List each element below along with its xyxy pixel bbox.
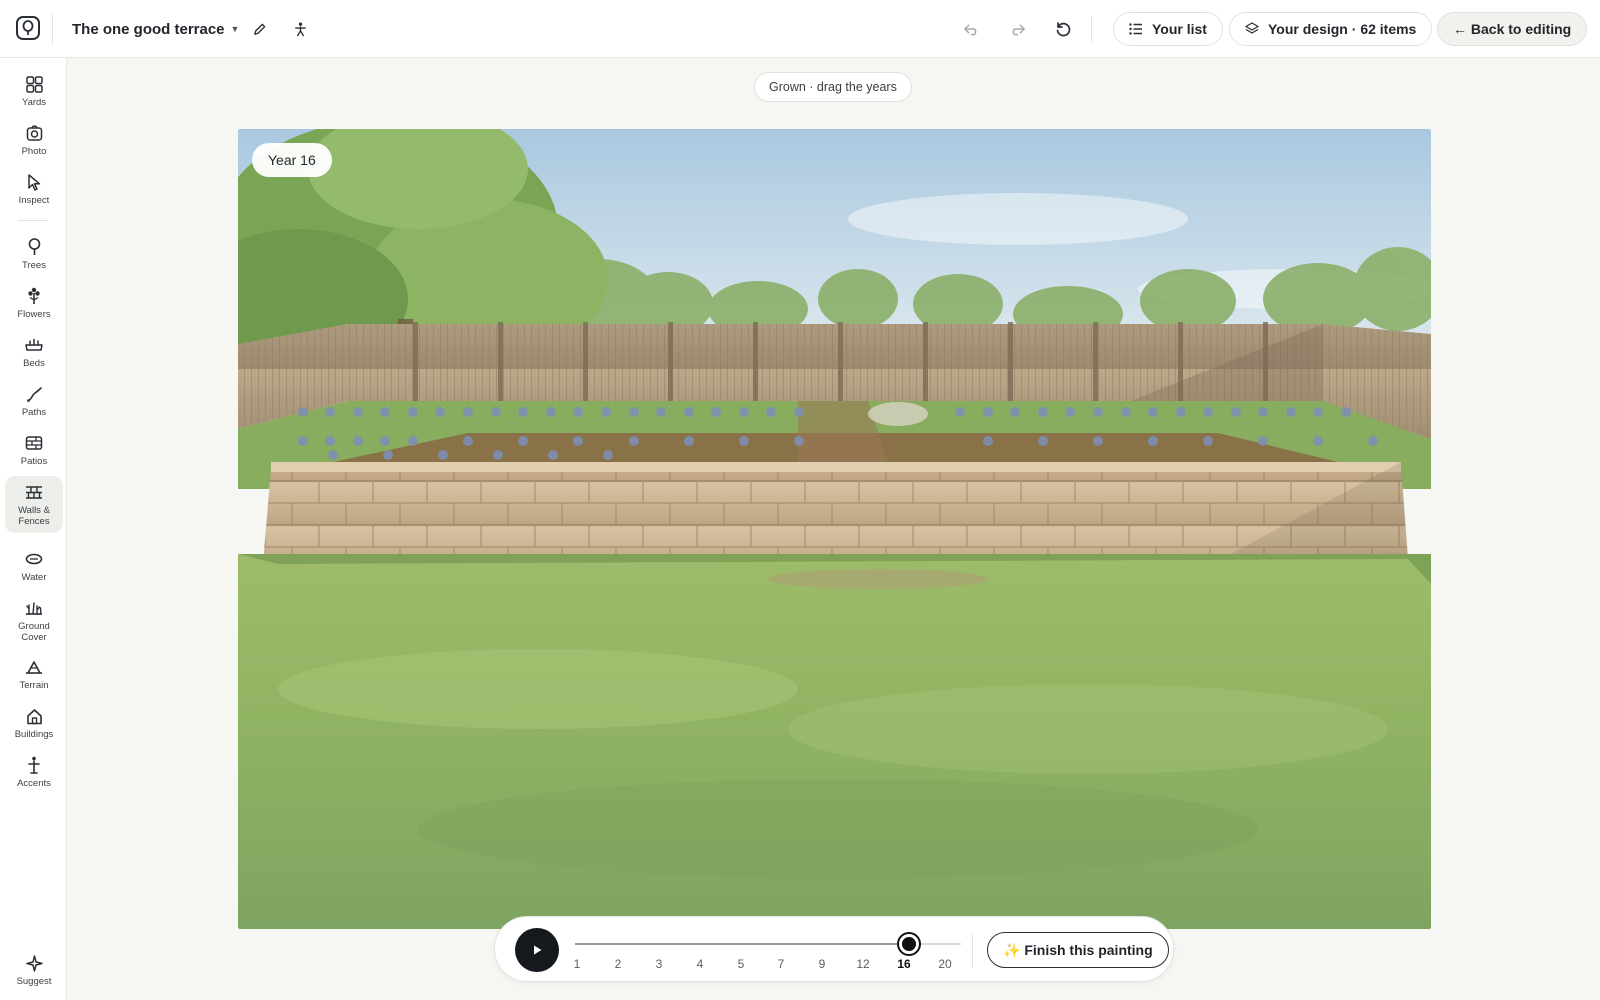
sidebar-item-beds[interactable]: Beds <box>5 329 63 375</box>
sidebar-item-accents[interactable]: Accents <box>5 749 63 795</box>
sidebar-item-water[interactable]: Water <box>5 543 63 589</box>
person-icon <box>294 22 306 37</box>
bed-icon <box>24 335 44 355</box>
sidebar-item-yards[interactable]: Yards <box>5 68 63 114</box>
sidebar-item-patios[interactable]: Patios <box>5 427 63 473</box>
play-button[interactable] <box>515 928 559 972</box>
back-to-editing-label: ← Back to editing <box>1453 21 1572 37</box>
sidebar-item-label: Patios <box>20 456 48 467</box>
divider <box>52 14 53 44</box>
your-design-label: Your design · 62 items <box>1268 21 1416 37</box>
tool-sidebar: Yards Photo Inspect Trees Flowers Beds P… <box>0 58 67 1000</box>
sidebar-item-label: Terrain <box>19 680 49 691</box>
sidebar-item-label: Flowers <box>17 309 51 320</box>
wall-icon <box>24 482 44 502</box>
year-tick-4[interactable]: 4 <box>685 957 715 971</box>
walkthrough-button[interactable] <box>285 14 315 44</box>
ground-cover-icon <box>24 598 44 618</box>
years-slider-fill <box>575 943 909 945</box>
water-icon <box>24 549 44 569</box>
app-logo-icon[interactable] <box>16 16 40 40</box>
year-tick-2[interactable]: 2 <box>603 957 633 971</box>
finish-painting-button[interactable]: ✨ Finish this painting <box>987 932 1169 968</box>
redo-button[interactable] <box>1002 14 1032 44</box>
pencil-icon <box>253 23 265 35</box>
play-icon <box>534 945 542 955</box>
your-list-button[interactable]: Your list <box>1113 12 1223 46</box>
your-design-button[interactable]: Your design · 62 items <box>1229 12 1433 46</box>
grid-icon <box>24 74 44 94</box>
layers-icon <box>1245 22 1259 34</box>
redo-icon <box>1012 24 1025 36</box>
rename-button[interactable] <box>244 14 274 44</box>
top-bar: The one good terrace ▼ Your list Your de… <box>0 0 1600 58</box>
year-badge: Year 16 <box>252 143 332 177</box>
year-tick-16[interactable]: 16 <box>889 957 919 971</box>
sidebar-item-label: Trees <box>22 260 46 271</box>
sidebar-item-suggest[interactable]: Suggest <box>5 947 63 993</box>
your-list-label: Your list <box>1152 21 1207 37</box>
divider <box>1091 16 1092 42</box>
flower-icon <box>24 286 44 306</box>
year-tick-7[interactable]: 7 <box>766 957 796 971</box>
project-title: The one good terrace <box>72 20 225 38</box>
sidebar-item-label: Water <box>21 572 47 583</box>
sidebar-item-label: Ground Cover <box>18 621 50 643</box>
design-label-text: Your design · <box>1268 21 1357 37</box>
terrain-icon <box>24 657 44 677</box>
list-icon <box>1129 23 1142 35</box>
sidebar-item-label: Paths <box>21 407 47 418</box>
finish-painting-label: ✨ Finish this painting <box>1003 941 1153 958</box>
refresh-icon <box>1056 22 1071 37</box>
divider <box>18 220 48 221</box>
divider <box>972 933 973 967</box>
design-item-count: 62 items <box>1360 21 1417 37</box>
sidebar-item-inspect[interactable]: Inspect <box>5 166 63 212</box>
sidebar-item-label: Beds <box>23 358 45 369</box>
reset-button[interactable] <box>1048 14 1078 44</box>
accent-icon <box>24 755 44 775</box>
sidebar-item-label: Yards <box>21 97 47 108</box>
year-tick-20[interactable]: 20 <box>930 957 960 971</box>
chevron-down-icon: ▼ <box>230 24 240 34</box>
sidebar-item-label: Walls & Fences <box>18 505 50 527</box>
sidebar-item-buildings[interactable]: Buildings <box>5 700 63 746</box>
patio-icon <box>24 433 44 453</box>
sidebar-item-label: Inspect <box>18 195 50 206</box>
year-tick-9[interactable]: 9 <box>807 957 837 971</box>
tree-icon <box>24 237 44 257</box>
drag-years-hint: Grown · drag the years <box>754 72 912 102</box>
sidebar-item-label: Buildings <box>14 729 54 740</box>
sidebar-item-walls-fences[interactable]: Walls & Fences <box>5 476 63 533</box>
year-tick-1[interactable]: 1 <box>562 957 592 971</box>
year-tick-3[interactable]: 3 <box>644 957 674 971</box>
undo-button[interactable] <box>956 14 986 44</box>
year-tick-5[interactable]: 5 <box>726 957 756 971</box>
cursor-icon <box>24 172 44 192</box>
camera-icon <box>24 123 44 143</box>
sidebar-item-paths[interactable]: Paths <box>5 378 63 424</box>
sidebar-item-flowers[interactable]: Flowers <box>5 280 63 326</box>
sidebar-item-label: Accents <box>17 778 51 789</box>
garden-painting-canvas[interactable] <box>238 129 1431 929</box>
sparkle-icon <box>24 953 44 973</box>
project-title-dropdown[interactable]: The one good terrace ▼ <box>72 18 239 40</box>
watercolor-yard-painting <box>238 129 1431 929</box>
undo-icon <box>963 24 976 36</box>
year-tick-12[interactable]: 12 <box>848 957 878 971</box>
sidebar-item-ground-cover[interactable]: Ground Cover <box>5 592 63 649</box>
years-timeline: 1 2 3 4 5 7 9 12 16 20 ✨ Finish this pai… <box>494 916 1174 982</box>
sidebar-item-trees[interactable]: Trees <box>5 231 63 277</box>
back-to-editing-button[interactable]: ← Back to editing <box>1437 12 1588 46</box>
path-icon <box>24 384 44 404</box>
sidebar-item-label: Photo <box>21 146 47 157</box>
sidebar-item-photo[interactable]: Photo <box>5 117 63 163</box>
house-icon <box>24 706 44 726</box>
years-slider-thumb[interactable] <box>899 934 919 954</box>
sidebar-item-label: Suggest <box>16 976 52 987</box>
sidebar-item-terrain[interactable]: Terrain <box>5 651 63 697</box>
